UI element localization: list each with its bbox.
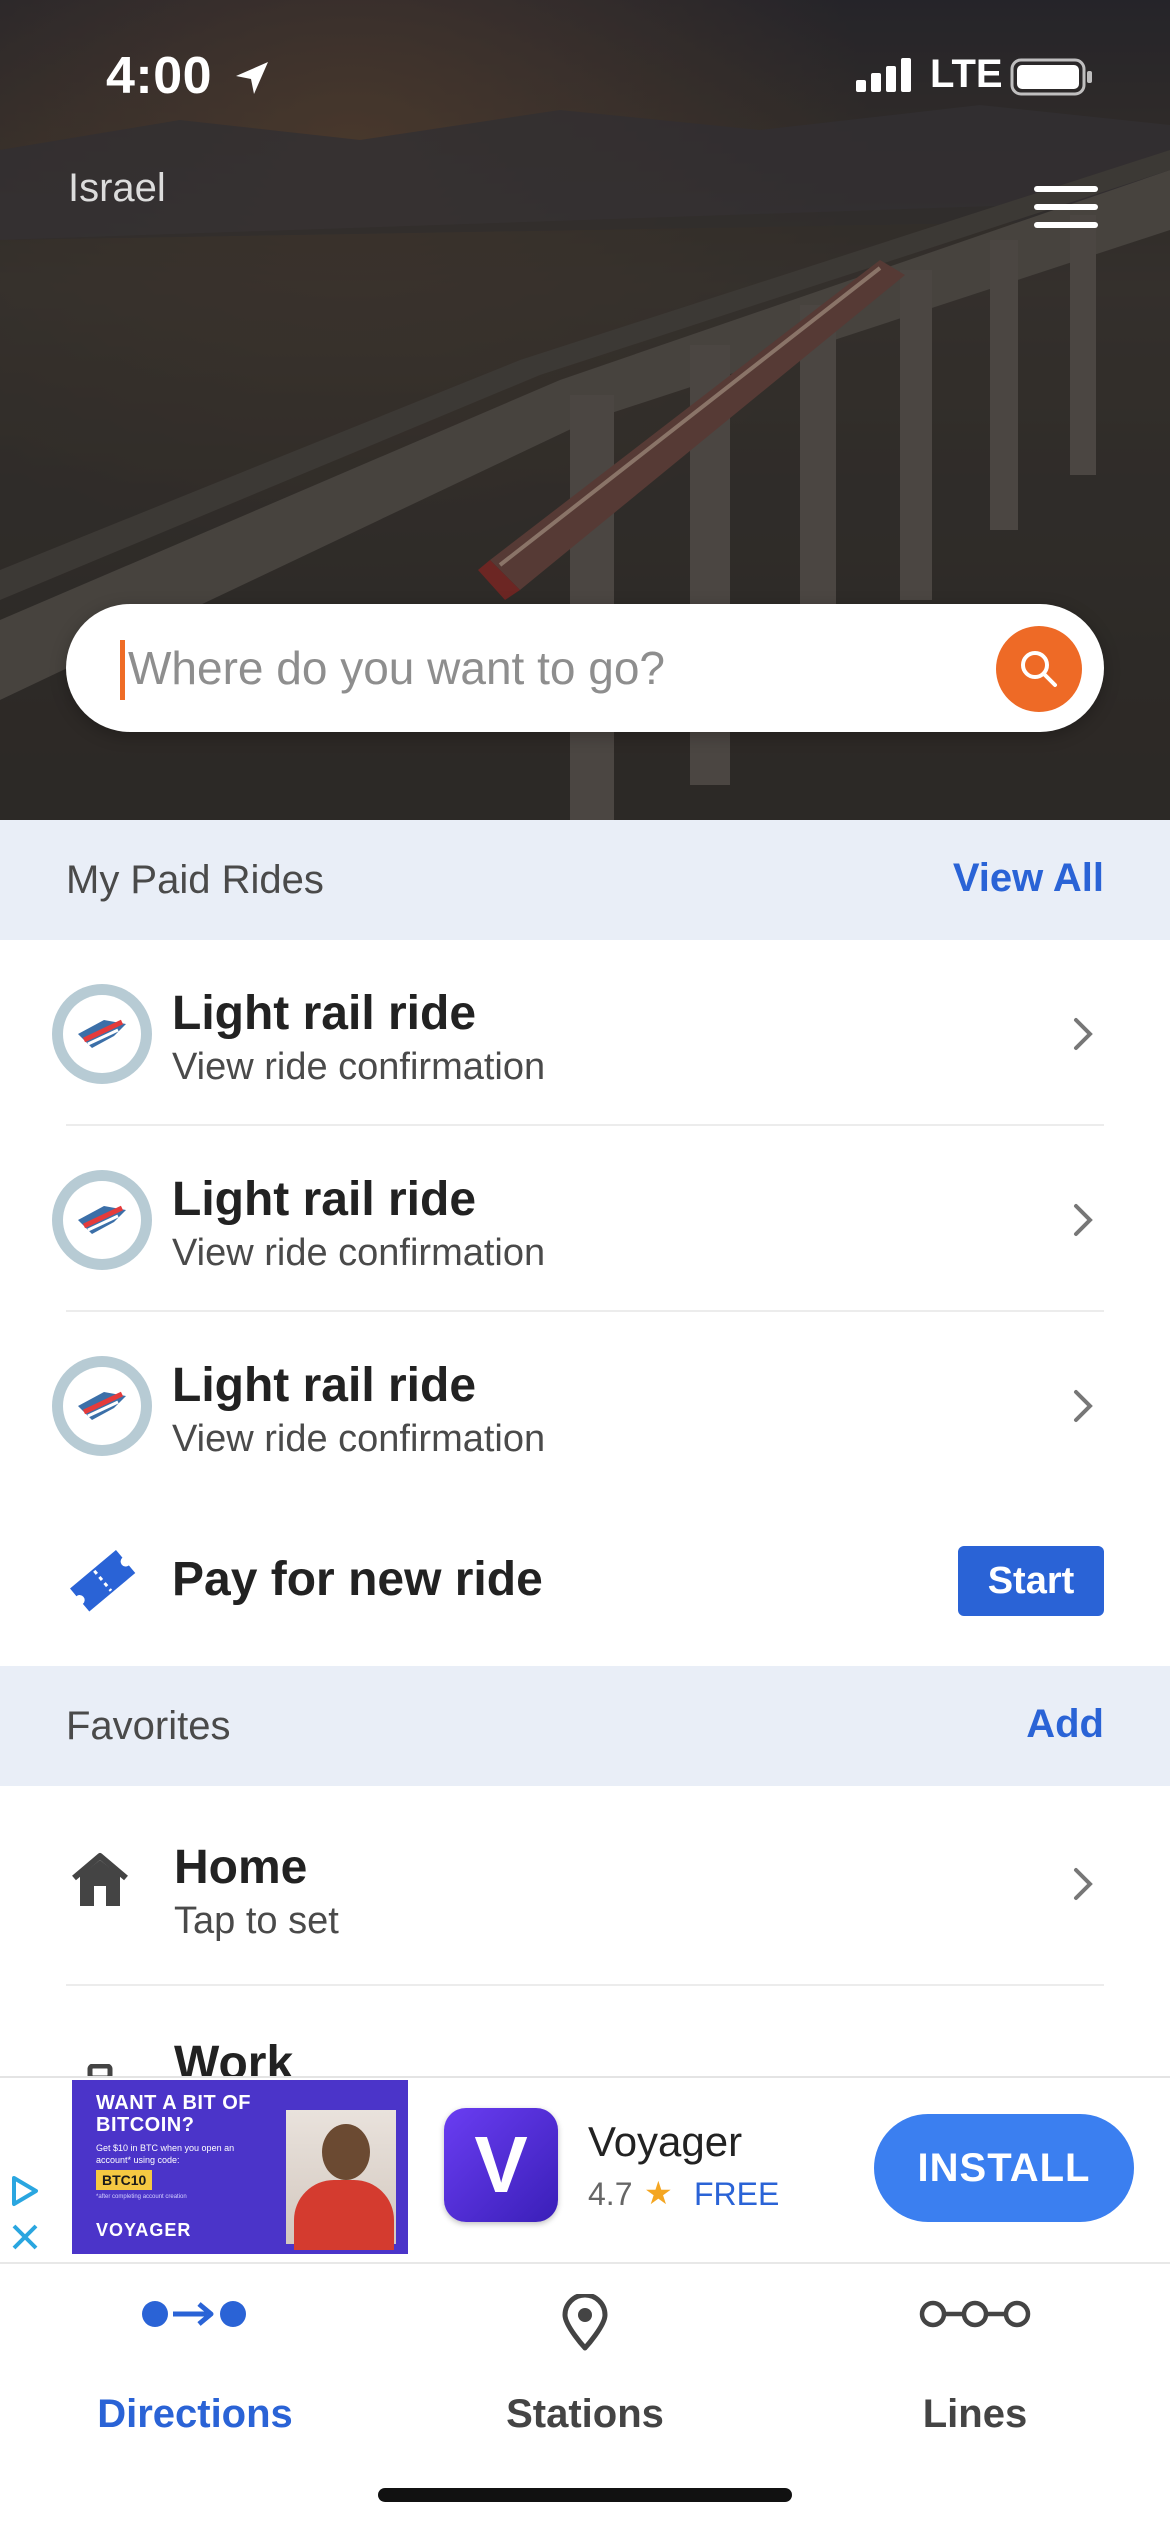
light-rail-logo-icon (52, 1170, 152, 1270)
cellular-signal-icon (856, 58, 911, 92)
ride-subtitle: View ride confirmation (172, 1232, 546, 1274)
directions-icon (142, 2301, 246, 2327)
favorite-home-item[interactable]: Home Tap to set (0, 1786, 1170, 1986)
ad-banner-footnote: *after completing account creation (96, 2194, 187, 2200)
tab-directions[interactable]: Directions (0, 2264, 390, 2464)
favorite-title: Home (174, 1841, 308, 1894)
light-rail-logo-icon (52, 984, 152, 1084)
briefcase-icon (87, 2064, 113, 2076)
tab-label: Stations (506, 2392, 664, 2436)
light-rail-logo-icon (52, 1356, 152, 1456)
home-indicator[interactable] (378, 2488, 792, 2502)
favorite-title: Work (174, 2037, 294, 2076)
home-icon (72, 1853, 128, 1906)
search-bar[interactable] (66, 604, 1104, 732)
tab-label: Lines (922, 2392, 1028, 2436)
favorites-title: Favorites (66, 1704, 231, 1748)
location-arrow-icon (236, 62, 268, 94)
hero-banner: 4:00 LTE Israel (0, 0, 1170, 820)
location-pin-icon (562, 2294, 608, 2351)
lines-icon (919, 2300, 1031, 2328)
carrier-label: LTE (930, 52, 1003, 96)
ad-banner-brand: VOYAGER (96, 2220, 192, 2240)
paid-rides-header: My Paid Rides View All (0, 820, 1170, 940)
pay-new-ride-row[interactable]: Pay for new ride Start (0, 1496, 1170, 1666)
ad-banner-code: BTC10 (96, 2170, 153, 2190)
search-input[interactable] (128, 632, 988, 704)
ad-rating: 4.7 (588, 2176, 633, 2212)
paid-ride-item[interactable]: Light rail ride View ride confirmation (0, 1312, 1170, 1498)
ride-subtitle: View ride confirmation (172, 1046, 546, 1088)
favorite-subtitle: Tap to set (174, 1900, 339, 1942)
ad-app-name: Voyager (588, 2118, 743, 2165)
adchoices-icon[interactable] (8, 2174, 42, 2208)
chevron-right-icon (1074, 1018, 1093, 1050)
view-all-button[interactable]: View All (953, 856, 1104, 901)
status-time: 4:00 (106, 47, 213, 105)
ad-banner-body: Get $10 in BTC when you open an account*… (96, 2143, 235, 2165)
status-bar: 4:00 LTE (0, 0, 1170, 150)
tab-label: Directions (97, 2392, 293, 2436)
paid-ride-item[interactable]: Light rail ride View ride confirmation (0, 1126, 1170, 1312)
region-label[interactable]: Israel (68, 166, 166, 211)
install-button[interactable]: INSTALL (874, 2114, 1134, 2222)
ad-banner[interactable]: WANT A BIT OF BITCOIN? Get $10 in BTC wh… (0, 2076, 1170, 2262)
add-favorite-button[interactable]: Add (1026, 1702, 1104, 1747)
chevron-right-icon (1074, 1390, 1093, 1422)
paid-rides-title: My Paid Rides (66, 858, 324, 902)
tab-stations[interactable]: Stations (390, 2264, 780, 2464)
search-icon (1021, 651, 1057, 687)
close-icon[interactable] (8, 2220, 42, 2254)
paid-ride-item[interactable]: Light rail ride View ride confirmation (0, 940, 1170, 1126)
voyager-app-icon[interactable]: V (444, 2108, 558, 2222)
menu-button[interactable] (1034, 186, 1098, 230)
ad-banner-image[interactable]: WANT A BIT OF BITCOIN? Get $10 in BTC wh… (72, 2080, 408, 2254)
start-button[interactable]: Start (958, 1546, 1104, 1616)
ride-subtitle: View ride confirmation (172, 1418, 546, 1460)
hamburger-icon (1034, 186, 1098, 192)
ticket-icon (70, 1549, 136, 1612)
search-button[interactable] (996, 626, 1082, 712)
ride-title: Light rail ride (172, 1173, 477, 1226)
text-caret (120, 640, 125, 700)
ad-banner-headline: WANT A BIT OF BITCOIN? (96, 2092, 251, 2136)
star-icon: ★ (644, 2175, 673, 2211)
chevron-right-icon (1074, 1868, 1093, 1900)
favorite-work-item[interactable]: Work (0, 1986, 1170, 2076)
pay-new-ride-label: Pay for new ride (172, 1553, 543, 1606)
ride-title: Light rail ride (172, 1359, 477, 1412)
ride-title: Light rail ride (172, 987, 477, 1040)
tab-lines[interactable]: Lines (780, 2264, 1170, 2464)
ad-price: FREE (694, 2176, 780, 2212)
battery-icon (1010, 58, 1092, 96)
favorites-header: Favorites Add (0, 1666, 1170, 1786)
ad-person-photo (286, 2110, 396, 2250)
chevron-right-icon (1074, 1204, 1093, 1236)
